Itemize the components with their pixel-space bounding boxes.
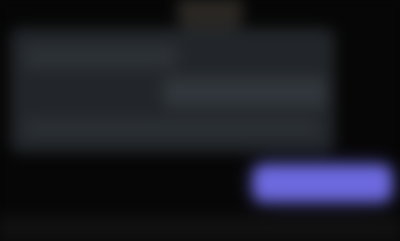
top-bar-glow: [177, 0, 243, 29]
primary-action-button[interactable]: [253, 164, 392, 202]
panel-line-3: [24, 117, 321, 139]
panel-line-2: [163, 77, 327, 108]
screen-root: [0, 0, 400, 241]
footer-strip: [0, 214, 400, 241]
content-panel: [10, 28, 335, 153]
panel-line-1: [24, 44, 178, 69]
